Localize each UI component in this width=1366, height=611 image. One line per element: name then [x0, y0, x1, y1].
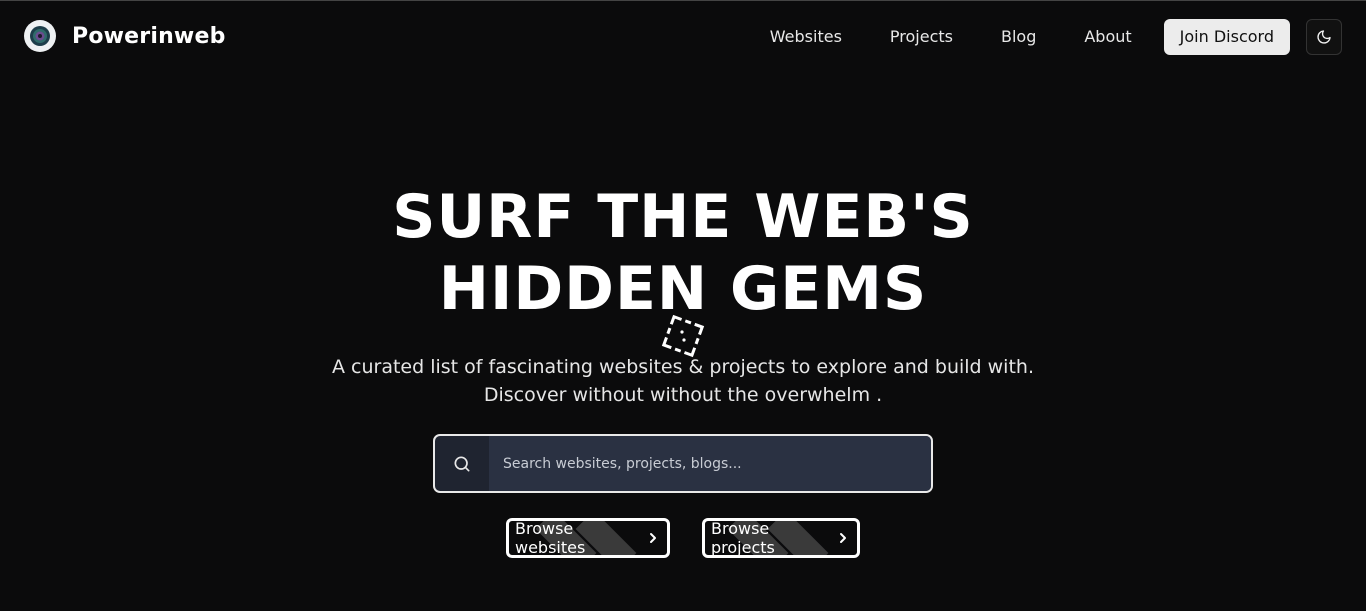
hero-section: SURF THE WEB'S HIDDEN GEMS [0, 181, 1366, 325]
search-icon[interactable] [435, 436, 489, 491]
hero-subtitle-line2: Discover without without the overwhelm . [483, 384, 883, 406]
nav-blog[interactable]: Blog [1001, 19, 1036, 55]
browse-websites-label: Browse websites [515, 519, 586, 557]
logo-icon [24, 20, 56, 52]
hero-title: SURF THE WEB'S HIDDEN GEMS [0, 181, 1366, 325]
chevron-right-icon [837, 531, 849, 545]
hero-subtitle-line1: A curated list of fascinating websites &… [331, 356, 1034, 378]
nav-websites[interactable]: Websites [770, 19, 842, 55]
search-input[interactable] [489, 436, 931, 491]
theme-toggle-button[interactable] [1306, 19, 1342, 55]
hero-subtitle: A curated list of fascinating websites &… [0, 353, 1366, 409]
nav-links: Websites Projects Blog About Join Discor… [770, 19, 1342, 55]
nav-about[interactable]: About [1084, 19, 1131, 55]
nav-projects[interactable]: Projects [890, 19, 953, 55]
brand-name[interactable]: Powerinweb [72, 24, 226, 49]
join-discord-button[interactable]: Join Discord [1163, 19, 1290, 55]
chevron-right-icon [647, 531, 659, 545]
moon-icon [1317, 30, 1331, 44]
hero-title-line1: SURF THE WEB'S [392, 182, 974, 252]
browse-projects-button[interactable]: Browse projects [702, 518, 860, 558]
search-bar [433, 434, 933, 493]
browse-websites-button[interactable]: Browse websites [506, 518, 670, 558]
browse-projects-label: Browse projects [711, 519, 775, 557]
top-navbar: Powerinweb Websites Projects Blog About … [0, 1, 1366, 73]
brand[interactable]: Powerinweb [24, 20, 226, 52]
